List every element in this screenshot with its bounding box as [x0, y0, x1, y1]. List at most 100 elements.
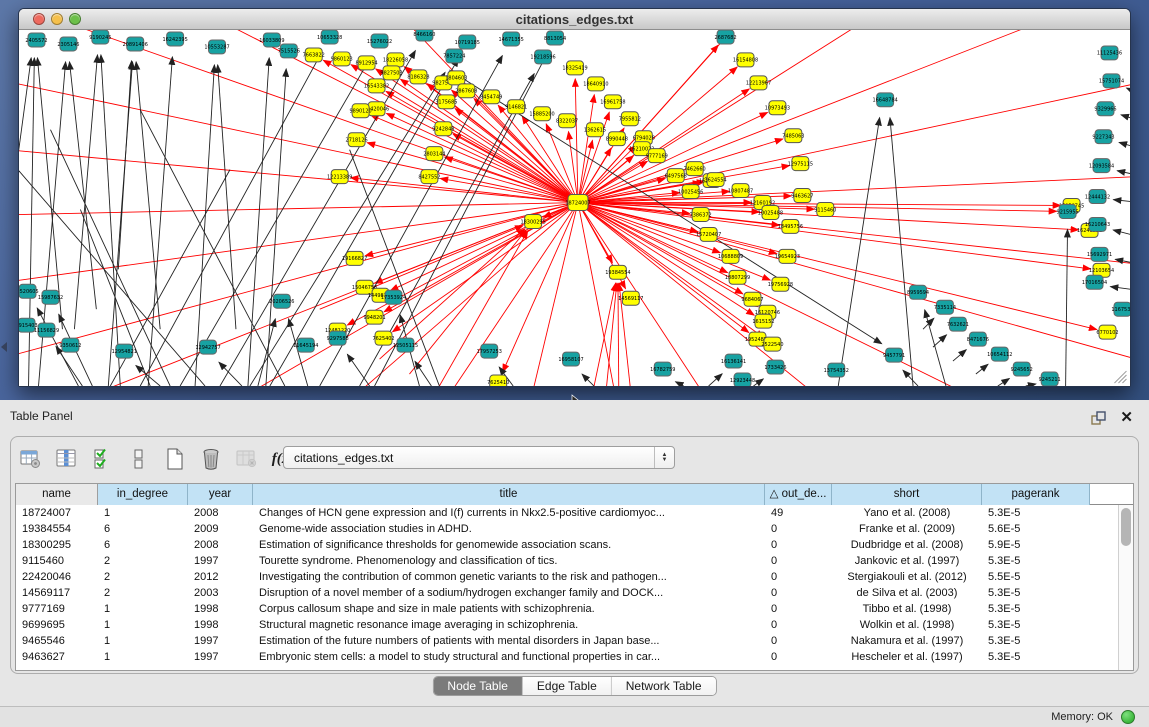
- graph-edge[interactable]: [266, 69, 286, 386]
- graph-edge[interactable]: [19, 130, 578, 203]
- graph-edge[interactable]: [1113, 200, 1130, 202]
- table-cell: Hescheler et al. (1997): [832, 649, 982, 665]
- close-panel-icon[interactable]: ✕: [1120, 408, 1133, 426]
- graph-edge[interactable]: [384, 203, 578, 312]
- graph-edge[interactable]: [393, 203, 578, 332]
- graph-edge[interactable]: [709, 374, 723, 386]
- graph-edge[interactable]: [953, 350, 966, 361]
- close-traffic-light[interactable]: [33, 13, 45, 25]
- graph-edge[interactable]: [29, 58, 35, 386]
- table-cell: 0: [765, 521, 832, 537]
- float-panel-icon[interactable]: [1090, 410, 1107, 426]
- graph-node-label: 9190245: [89, 35, 111, 41]
- graph-edge[interactable]: [578, 140, 592, 202]
- graph-edge[interactable]: [933, 335, 947, 347]
- delete-column-icon[interactable]: [199, 447, 223, 471]
- network-graph[interactable]: 1872400718300295193845549860123891295418…: [19, 30, 1130, 386]
- window-titlebar[interactable]: citations_edges.txt: [19, 9, 1130, 30]
- graph-edge[interactable]: [136, 62, 160, 329]
- graph-edge[interactable]: [19, 58, 31, 269]
- table-cell: Estimation of significance thresholds fo…: [253, 537, 765, 553]
- graph-edge[interactable]: [890, 118, 913, 386]
- graph-edge[interactable]: [1119, 142, 1130, 145]
- graph-edge[interactable]: [578, 170, 1130, 203]
- table-cell: 1: [98, 633, 188, 649]
- network-view-window[interactable]: citations_edges.txt 18724007183002951938…: [18, 8, 1131, 387]
- table-row[interactable]: 1456911722003Disruption of a novel membe…: [16, 585, 1118, 601]
- graph-edge[interactable]: [1113, 230, 1130, 234]
- graph-edge[interactable]: [578, 203, 798, 386]
- table-row[interactable]: 1830029562008Estimation of significance …: [16, 537, 1118, 553]
- graph-node-label: 9242848: [432, 127, 454, 133]
- graph-edge[interactable]: [365, 203, 578, 256]
- graph-edge[interactable]: [998, 378, 1010, 386]
- column-header-in_degree[interactable]: in_degree: [98, 484, 188, 505]
- graph-edge[interactable]: [676, 382, 684, 386]
- graph-edge[interactable]: [19, 203, 578, 220]
- graph-edge[interactable]: [118, 61, 131, 269]
- column-visibility-icon[interactable]: [55, 447, 79, 471]
- table-scrollbar-thumb[interactable]: [1121, 508, 1131, 546]
- graph-edge[interactable]: [148, 57, 172, 386]
- graph-edge[interactable]: [1127, 88, 1130, 90]
- graph-edge[interactable]: [1121, 115, 1130, 118]
- graph-edge[interactable]: [347, 354, 369, 386]
- graph-node-label: 9245211: [1039, 377, 1061, 383]
- tab-edge-table[interactable]: Edge Table: [523, 677, 612, 695]
- table-row[interactable]: 946554611997Estimation of the future num…: [16, 633, 1118, 649]
- graph-edge[interactable]: [415, 361, 431, 386]
- table-row[interactable]: 969969511998Structural magnetic resonanc…: [16, 617, 1118, 633]
- row-selection-icon[interactable]: [91, 447, 115, 471]
- table-toolbar: f(x): [19, 443, 295, 475]
- graph-node-label: 14569117: [618, 296, 643, 302]
- graph-edge[interactable]: [923, 318, 934, 329]
- graph-edge[interactable]: [1066, 229, 1068, 386]
- graph-edge[interactable]: [578, 30, 1008, 203]
- table-row[interactable]: 1938455462009Genome-wide association stu…: [16, 521, 1118, 537]
- graph-edge[interactable]: [195, 65, 214, 386]
- graph-edge[interactable]: [37, 58, 62, 329]
- graph-edge[interactable]: [69, 62, 96, 309]
- table-options-icon[interactable]: [19, 447, 43, 471]
- tab-node-table[interactable]: Node Table: [433, 677, 523, 695]
- graph-node-label: 9215955: [1057, 209, 1079, 215]
- graph-node-label: 19384554: [605, 270, 630, 276]
- graph-edge[interactable]: [367, 143, 578, 203]
- column-header-short[interactable]: short: [832, 484, 982, 505]
- graph-edge[interactable]: [1026, 384, 1036, 386]
- graph-edge[interactable]: [578, 203, 749, 333]
- column-header-pagerank[interactable]: pagerank: [982, 484, 1090, 505]
- graph-edge[interactable]: [578, 203, 1130, 380]
- window-resize-grip[interactable]: [1114, 371, 1126, 383]
- graph-edge[interactable]: [371, 115, 578, 202]
- graph-edge[interactable]: [976, 364, 988, 374]
- panel-collapse-arrow-icon[interactable]: [1, 342, 7, 352]
- new-column-icon[interactable]: [163, 447, 187, 471]
- graph-edge[interactable]: [218, 65, 236, 329]
- graph-edge[interactable]: [1110, 287, 1130, 290]
- table-row[interactable]: 911546021997Tourette syndrome. Phenomeno…: [16, 553, 1118, 569]
- column-header-title[interactable]: title: [253, 484, 765, 505]
- table-selector-dropdown[interactable]: citations_edges.txt ▲▼: [283, 446, 675, 469]
- graph-edge[interactable]: [582, 374, 594, 386]
- table-row[interactable]: 1872400712008Changes of HCN gene express…: [16, 505, 1118, 521]
- zoom-traffic-light[interactable]: [69, 13, 81, 25]
- graph-edge[interactable]: [19, 40, 578, 203]
- column-header-year[interactable]: year: [188, 484, 253, 505]
- graph-edge[interactable]: [1117, 171, 1130, 174]
- minimize-traffic-light[interactable]: [51, 13, 63, 25]
- graph-node-label: 18640910: [583, 82, 608, 88]
- table-row[interactable]: 977716911998Corpus callosum shape and si…: [16, 601, 1118, 617]
- column-header-out_de[interactable]: △ out_de...: [765, 484, 832, 505]
- table-mode-icon[interactable]: [127, 447, 151, 471]
- graph-edge[interactable]: [578, 203, 770, 281]
- table-cell: Tibbo et al. (1998): [832, 601, 982, 617]
- table-row[interactable]: 946362711997Embryonic stem cells: a mode…: [16, 649, 1118, 665]
- graph-edge[interactable]: [838, 118, 879, 386]
- column-header-name[interactable]: name: [16, 484, 98, 505]
- network-canvas[interactable]: 1872400718300295193845549860123891295418…: [19, 30, 1130, 386]
- graph-edge[interactable]: [903, 370, 918, 386]
- tab-network-table[interactable]: Network Table: [612, 677, 716, 695]
- table-scrollbar[interactable]: [1118, 505, 1133, 670]
- table-row[interactable]: 2242004622012Investigating the contribut…: [16, 569, 1118, 585]
